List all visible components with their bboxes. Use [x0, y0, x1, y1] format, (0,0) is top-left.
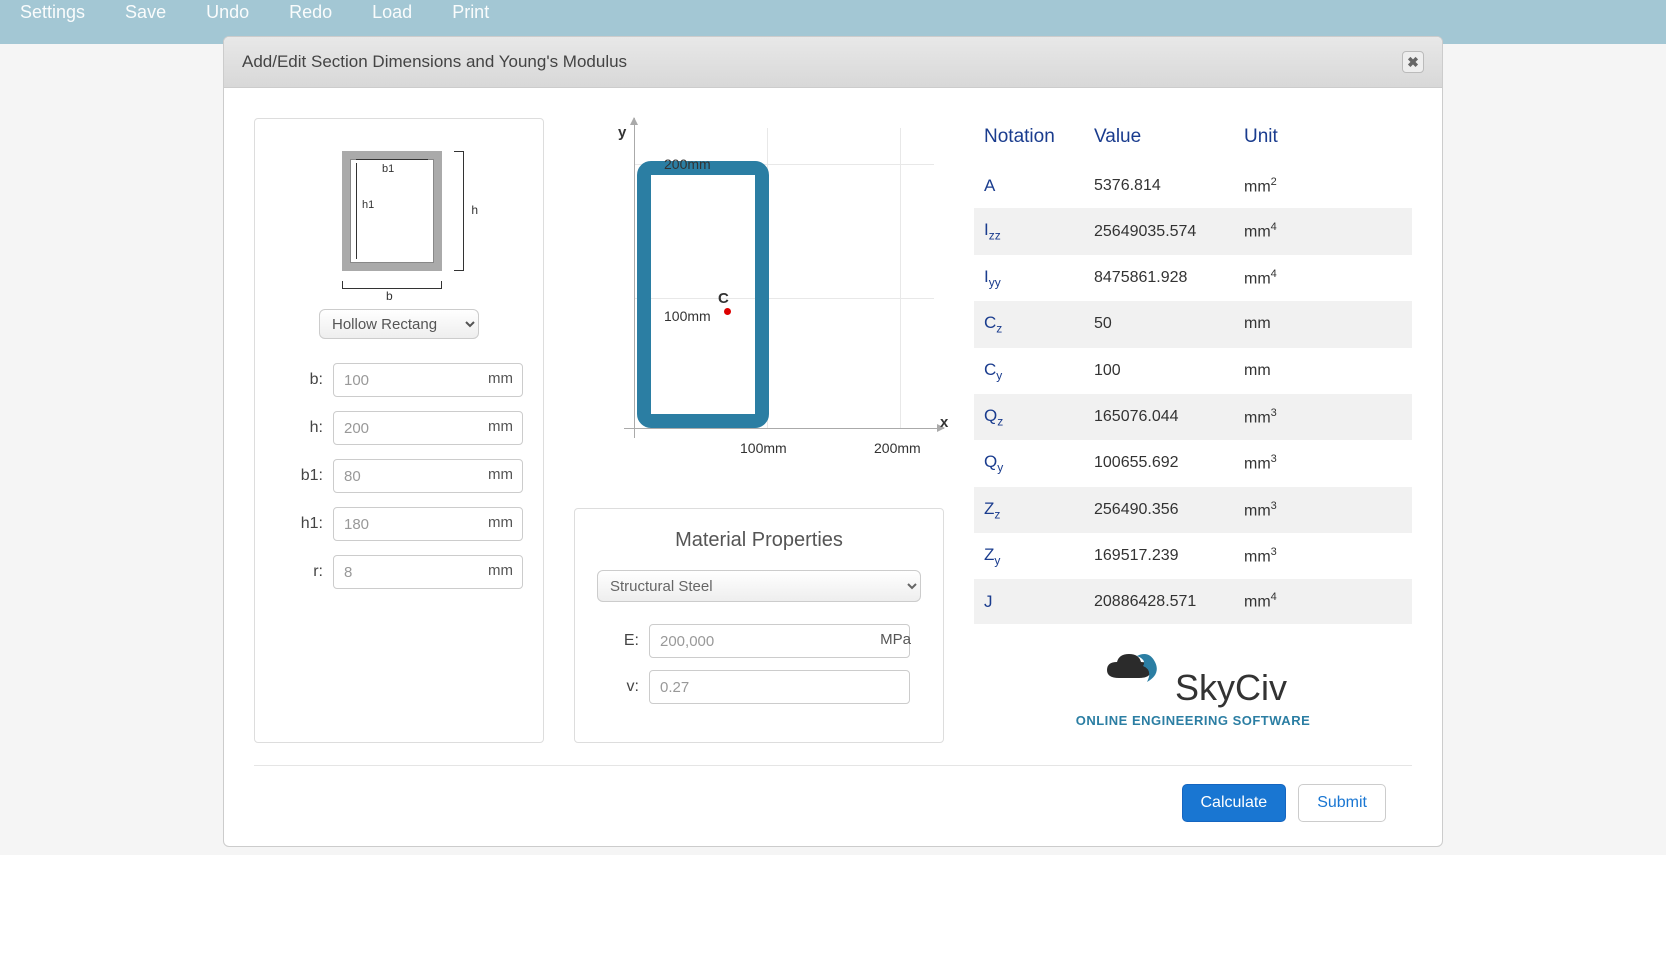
mat-e-input[interactable] — [649, 624, 910, 658]
prop-unit: mm — [1234, 301, 1412, 347]
menu-save[interactable]: Save — [125, 2, 166, 23]
menu-redo[interactable]: Redo — [289, 2, 332, 23]
table-row: Cy100mm — [974, 348, 1412, 394]
col-notation: Notation — [974, 118, 1084, 164]
table-row: A5376.814mm2 — [974, 164, 1412, 208]
prop-notation: Iyy — [974, 255, 1084, 301]
prop-value: 20886428.571 — [1084, 579, 1234, 623]
prop-unit: mm3 — [1234, 394, 1412, 440]
prop-unit: mm2 — [1234, 164, 1412, 208]
table-row: Cz50mm — [974, 301, 1412, 347]
centroid-marker — [724, 308, 731, 315]
prop-unit: mm4 — [1234, 255, 1412, 301]
y-axis-label: y — [618, 124, 626, 141]
dim-b1-label: b1: — [275, 467, 323, 485]
mat-v-label: v: — [597, 678, 639, 696]
x-tick-100: 100mm — [740, 440, 787, 456]
prop-value: 256490.356 — [1084, 487, 1234, 533]
prop-value: 25649035.574 — [1084, 208, 1234, 254]
menu-undo[interactable]: Undo — [206, 2, 249, 23]
dim-h-unit: mm — [488, 418, 513, 435]
calculate-button[interactable]: Calculate — [1182, 784, 1287, 822]
prop-unit: mm3 — [1234, 487, 1412, 533]
mat-e-unit: MPa — [880, 631, 911, 648]
prop-notation: Qz — [974, 394, 1084, 440]
prop-value: 50 — [1084, 301, 1234, 347]
menu-settings[interactable]: Settings — [20, 2, 85, 23]
table-row: Iyy8475861.928mm4 — [974, 255, 1412, 301]
prop-value: 100655.692 — [1084, 440, 1234, 486]
dim-h1-unit: mm — [488, 514, 513, 531]
shape-panel: b1 h1 h b Hollow Rectang b: mm h: — [254, 118, 544, 743]
dialog-header: Add/Edit Section Dimensions and Young's … — [224, 37, 1442, 88]
dim-r-label: r: — [275, 563, 323, 581]
prop-notation: Cy — [974, 348, 1084, 394]
menu-load[interactable]: Load — [372, 2, 412, 23]
submit-button[interactable]: Submit — [1298, 784, 1386, 822]
y-tick-200: 200mm — [664, 156, 711, 172]
dialog-title: Add/Edit Section Dimensions and Young's … — [242, 52, 627, 72]
prop-value: 8475861.928 — [1084, 255, 1234, 301]
prop-unit: mm4 — [1234, 208, 1412, 254]
centroid-label: C — [718, 290, 729, 307]
menu-print[interactable]: Print — [452, 2, 489, 23]
dim-r-unit: mm — [488, 562, 513, 579]
close-button[interactable]: ✖ — [1402, 51, 1424, 73]
prop-value: 5376.814 — [1084, 164, 1234, 208]
x-axis-label: x — [940, 414, 948, 431]
y-tick-100: 100mm — [664, 308, 711, 324]
prop-unit: mm3 — [1234, 533, 1412, 579]
prop-notation: Qy — [974, 440, 1084, 486]
prop-unit: mm4 — [1234, 579, 1412, 623]
preview-panel: y x C 100mm 200mm 100mm 200mm Material P… — [574, 118, 944, 743]
prop-value: 169517.239 — [1084, 533, 1234, 579]
properties-table: Notation Value Unit A5376.814mm2Izz25649… — [974, 118, 1412, 624]
table-row: Qz165076.044mm3 — [974, 394, 1412, 440]
dim-b-unit: mm — [488, 370, 513, 387]
dim-b1-unit: mm — [488, 466, 513, 483]
table-row: Zy169517.239mm3 — [974, 533, 1412, 579]
logo-text: SkyCiv — [1175, 667, 1287, 709]
mat-v-input[interactable] — [649, 670, 910, 704]
x-tick-200: 200mm — [874, 440, 921, 456]
properties-panel: Notation Value Unit A5376.814mm2Izz25649… — [974, 118, 1412, 743]
prop-notation: Zy — [974, 533, 1084, 579]
dim-h1-label: h1: — [275, 515, 323, 533]
logo-tagline: ONLINE ENGINEERING SOFTWARE — [974, 713, 1412, 728]
prop-notation: Zz — [974, 487, 1084, 533]
logo: SkyCiv ONLINE ENGINEERING SOFTWARE — [974, 648, 1412, 728]
shape-type-select[interactable]: Hollow Rectang — [319, 309, 479, 339]
prop-notation: Izz — [974, 208, 1084, 254]
close-icon: ✖ — [1407, 54, 1419, 71]
dim-b-label: b: — [275, 371, 323, 389]
diagram-b1-label: b1 — [382, 163, 394, 175]
prop-notation: J — [974, 579, 1084, 623]
prop-value: 165076.044 — [1084, 394, 1234, 440]
prop-notation: Cz — [974, 301, 1084, 347]
col-unit: Unit — [1234, 118, 1412, 164]
skyciv-logo-icon — [1099, 648, 1169, 692]
col-value: Value — [1084, 118, 1234, 164]
table-row: Zz256490.356mm3 — [974, 487, 1412, 533]
prop-unit: mm — [1234, 348, 1412, 394]
prop-value: 100 — [1084, 348, 1234, 394]
section-dialog: Add/Edit Section Dimensions and Young's … — [223, 36, 1443, 847]
dialog-footer: Calculate Submit — [254, 765, 1412, 846]
diagram-b-label: b — [386, 289, 393, 303]
diagram-h-label: h — [471, 203, 478, 217]
prop-unit: mm3 — [1234, 440, 1412, 486]
section-preview: y x C 100mm 200mm 100mm 200mm — [574, 118, 944, 478]
diagram-h1-label: h1 — [362, 199, 374, 211]
shape-diagram: b1 h1 h b — [334, 139, 464, 289]
dim-h-label: h: — [275, 419, 323, 437]
material-select[interactable]: Structural Steel — [597, 570, 921, 602]
section-shape — [637, 161, 769, 428]
table-row: Izz25649035.574mm4 — [974, 208, 1412, 254]
table-row: Qy100655.692mm3 — [974, 440, 1412, 486]
table-row: J20886428.571mm4 — [974, 579, 1412, 623]
prop-notation: A — [974, 164, 1084, 208]
material-panel: Material Properties Structural Steel E: … — [574, 508, 944, 743]
material-title: Material Properties — [597, 529, 921, 552]
mat-e-label: E: — [597, 632, 639, 650]
